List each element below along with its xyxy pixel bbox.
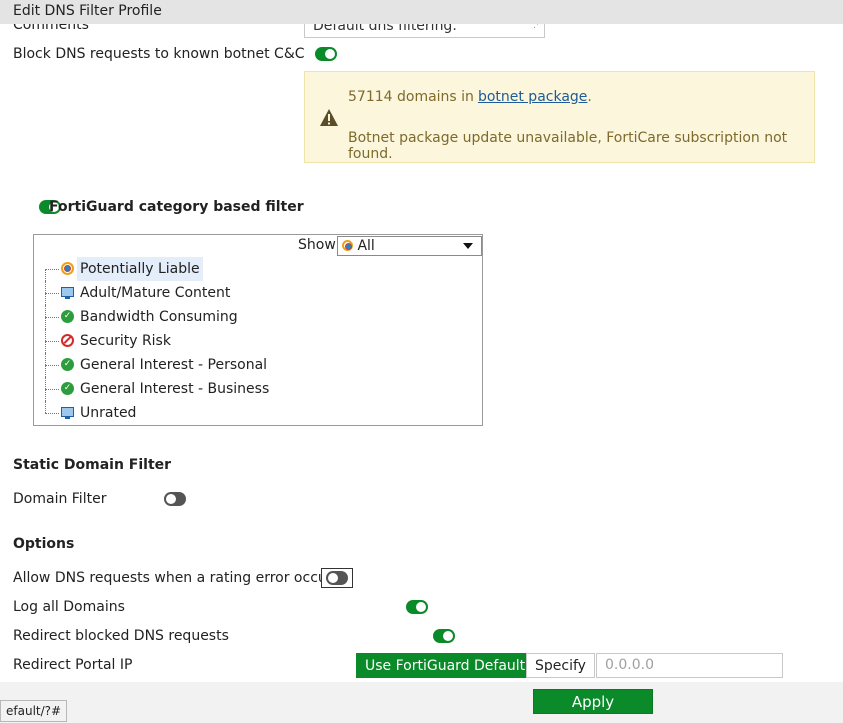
show-filter-value: All [357, 238, 375, 254]
apply-button[interactable]: Apply [533, 689, 653, 714]
rating-error-label: Allow DNS requests when a rating error o… [13, 570, 340, 586]
botnet-warning-text: Botnet package update unavailable, Forti… [348, 130, 788, 162]
category-tree: Potentially Liable Adult/Mature Content … [34, 257, 482, 425]
botnet-package-link[interactable]: botnet package [478, 89, 587, 105]
category-panel: Show All Potentially Liable Adult/Mature… [33, 234, 483, 426]
category-label: Bandwidth Consuming [80, 309, 238, 325]
portal-ip-input[interactable]: 0.0.0.0 [596, 653, 783, 678]
allow-check-icon: ✓ [61, 310, 74, 323]
specify-button[interactable]: Specify [526, 653, 595, 678]
category-row-general-business[interactable]: ✓ General Interest - Business [34, 377, 482, 401]
botnet-info-suffix: . [587, 89, 592, 105]
botnet-domain-count: 57114 domains in botnet package. [348, 89, 592, 105]
category-row-security-risk[interactable]: Security Risk [34, 329, 482, 353]
allow-check-icon: ✓ [61, 382, 74, 395]
allow-check-icon: ✓ [61, 358, 74, 371]
domain-filter-toggle[interactable] [163, 492, 186, 506]
monitor-icon [61, 287, 74, 299]
show-filter-select[interactable]: All [337, 236, 482, 256]
monitor-icon [61, 407, 74, 419]
category-label: General Interest - Business [80, 381, 270, 397]
block-icon [61, 334, 74, 347]
potentially-liable-icon [61, 262, 74, 275]
status-url: efault/?# [0, 700, 68, 722]
botnet-toggle[interactable] [315, 47, 337, 61]
category-label: Potentially Liable [77, 257, 203, 281]
potentially-liable-icon [342, 240, 353, 251]
rating-error-toggle-frame[interactable] [321, 568, 353, 588]
category-row-general-personal[interactable]: ✓ General Interest - Personal [34, 353, 482, 377]
botnet-warning-box: 57114 domains in botnet package. Botnet p… [304, 71, 815, 163]
category-label: General Interest - Personal [80, 357, 268, 373]
show-label: Show [298, 237, 336, 253]
category-label: Security Risk [80, 333, 171, 349]
category-row-bandwidth[interactable]: ✓ Bandwidth Consuming [34, 305, 482, 329]
botnet-info-prefix: 57114 domains in [348, 89, 474, 105]
log-all-label: Log all Domains [13, 599, 125, 615]
redirect-blocked-label: Redirect blocked DNS requests [13, 628, 229, 644]
category-row-unrated[interactable]: Unrated [34, 401, 482, 425]
chevron-down-icon [463, 243, 473, 249]
domain-filter-label: Domain Filter [13, 491, 107, 507]
options-heading: Options [13, 536, 75, 552]
static-domain-heading: Static Domain Filter [13, 457, 172, 473]
botnet-label: Block DNS requests to known botnet C&C [13, 46, 305, 62]
warning-icon [320, 109, 338, 126]
portal-ip-label: Redirect Portal IP [13, 657, 133, 673]
category-row-adult-mature[interactable]: Adult/Mature Content [34, 281, 482, 305]
use-fortiguard-default-button[interactable]: Use FortiGuard Default [356, 653, 535, 678]
redirect-blocked-toggle[interactable] [432, 629, 455, 643]
category-label: Adult/Mature Content [80, 285, 231, 301]
footer-bar [0, 682, 843, 723]
category-label: Unrated [80, 405, 137, 421]
rating-error-toggle[interactable] [326, 571, 348, 585]
category-row-potentially-liable[interactable]: Potentially Liable [34, 257, 482, 281]
log-all-toggle[interactable] [406, 600, 429, 614]
window-title: Edit DNS Filter Profile [0, 0, 843, 24]
fortiguard-filter-label: FortiGuard category based filter [49, 199, 304, 215]
